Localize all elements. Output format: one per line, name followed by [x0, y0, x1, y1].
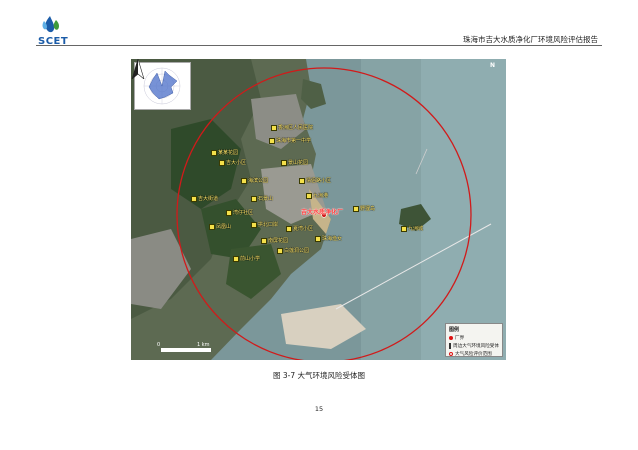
- site-label: 凤凰山: [209, 223, 231, 230]
- page-number: 15: [314, 405, 324, 413]
- site-label: 拱北口岸: [251, 221, 278, 228]
- site-label: 前山小学: [233, 255, 260, 262]
- figure-caption: 图 3-7 大气环境风险受体图: [272, 371, 366, 380]
- header-divider: [36, 45, 602, 46]
- scale-bar: [161, 348, 211, 352]
- site-label: 香洲区人民医院: [271, 124, 313, 131]
- map-legend: 图例 厂界 周边大气环境风险受体 大气风险评价范围: [445, 323, 503, 357]
- site-label: 九洲港: [306, 192, 328, 199]
- site-label: 南屏花园: [261, 237, 288, 244]
- site-label: 野狸岛: [353, 205, 375, 212]
- scale-start-label: 0: [157, 342, 161, 348]
- receptor-marker-icon: [449, 343, 452, 349]
- site-label: 情侣路小区: [299, 177, 331, 184]
- site-label: 白莲洞公园: [277, 247, 309, 254]
- site-label: 珠海渔女: [315, 235, 342, 242]
- site-label: 吉大小区: [219, 159, 246, 166]
- north-label: N: [489, 62, 495, 69]
- site-label: 吉大街道: [191, 195, 218, 202]
- site-label: 夏湾小区: [286, 225, 313, 232]
- site-label: 石景山: [251, 195, 273, 202]
- legend-row-range: 大气风险评价范围: [449, 351, 499, 357]
- site-label: 某某花园: [211, 149, 238, 156]
- legend-row-plant: 厂界: [449, 335, 499, 341]
- range-circle-icon: [449, 352, 453, 356]
- site-label: 湾仔社区: [226, 209, 253, 216]
- site-label: 景山花园: [281, 159, 308, 166]
- site-label: 九洲城: [401, 225, 423, 232]
- site-label: 珠海市第一中学: [269, 137, 311, 144]
- site-label: 海滨公园: [241, 177, 268, 184]
- report-title: 珠海市吉大水质净化厂环境风险评估报告: [463, 35, 598, 44]
- legend-title: 图例: [449, 327, 460, 333]
- north-arrow-icon: [131, 59, 145, 79]
- risk-receptor-map: N 香洲区人民医院 珠海市第一中学 某某花园 吉大小区 景山花园 海滨公园 情侣…: [131, 59, 506, 360]
- legend-row-sites: 周边大气环境风险受体: [449, 343, 499, 349]
- plant-label: 吉大水质净化厂: [301, 209, 344, 216]
- plant-marker-icon: [449, 336, 453, 340]
